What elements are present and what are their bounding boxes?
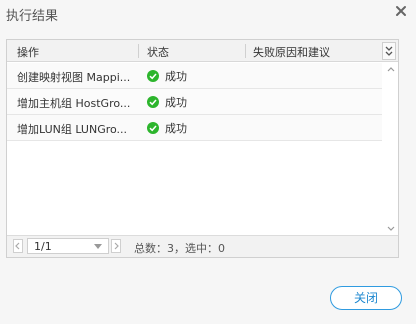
dialog-title: 执行结果 [6, 9, 59, 24]
column-header-operation[interactable]: 操作 [17, 44, 39, 60]
result-table: 操作 状态 失败原因和建议 创建映射视图 Mappi... 成功 增加主机组 H… [6, 39, 399, 258]
table-row[interactable]: 增加LUN组 LUNGro... 成功 [7, 115, 382, 141]
column-header-reason[interactable]: 失败原因和建议 [253, 44, 330, 60]
vertical-scrollbar[interactable] [384, 63, 398, 235]
caret-down-icon [94, 244, 102, 249]
chevron-right-icon [114, 242, 119, 250]
check-circle-icon [147, 96, 159, 108]
result-dialog: 执行结果 操作 状态 失败原因和建议 创建映射视图 Mappi... 成功 增加… [0, 0, 416, 324]
status-text: 成功 [165, 96, 187, 109]
operation-cell: 创建映射视图 Mappi... [17, 71, 131, 84]
column-divider[interactable] [245, 44, 246, 58]
title-bar: 执行结果 [0, 0, 416, 28]
column-menu-button[interactable] [382, 42, 396, 60]
double-chevron-down-icon [385, 46, 393, 56]
status-cell: 成功 [147, 68, 187, 84]
status-cell: 成功 [147, 120, 187, 136]
operation-cell: 增加主机组 HostGro... [17, 97, 131, 110]
chevron-left-icon [15, 242, 20, 250]
table-header: 操作 状态 失败原因和建议 [7, 40, 398, 62]
close-button[interactable]: 关闭 [330, 286, 402, 310]
pagination-summary: 总数：3，选中：0 [134, 242, 225, 255]
operation-cell: 增加LUN组 LUNGro... [17, 123, 128, 136]
table-body: 创建映射视图 Mappi... 成功 增加主机组 HostGro... 成功 增… [7, 63, 382, 141]
close-icon[interactable] [394, 4, 408, 18]
prev-page-button[interactable] [13, 239, 23, 253]
status-text: 成功 [165, 122, 187, 135]
pagination-bar: 1/1 总数：3，选中：0 [7, 235, 398, 257]
scroll-down-icon[interactable] [386, 225, 396, 233]
table-row[interactable]: 创建映射视图 Mappi... 成功 [7, 63, 382, 89]
status-text: 成功 [165, 70, 187, 83]
column-header-status[interactable]: 状态 [147, 44, 169, 60]
check-circle-icon [147, 70, 159, 82]
next-page-button[interactable] [111, 239, 121, 253]
page-select[interactable]: 1/1 [27, 238, 109, 254]
page-select-value: 1/1 [34, 240, 52, 253]
status-cell: 成功 [147, 94, 187, 110]
table-row[interactable]: 增加主机组 HostGro... 成功 [7, 89, 382, 115]
check-circle-icon [147, 122, 159, 134]
column-divider[interactable] [138, 44, 139, 58]
scroll-up-icon[interactable] [386, 65, 396, 73]
